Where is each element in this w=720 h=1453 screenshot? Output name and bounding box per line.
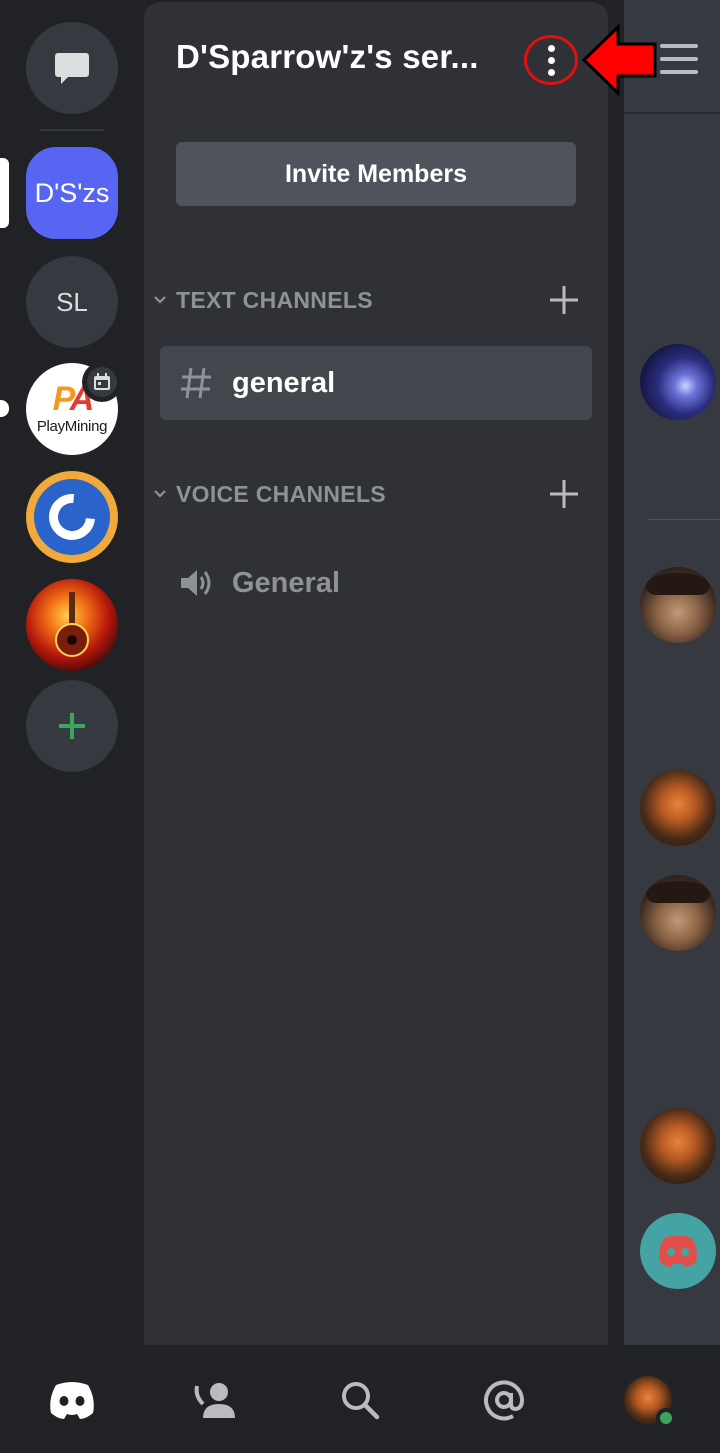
add-channel-icon[interactable] <box>546 282 582 318</box>
annotation-arrow-icon <box>582 24 657 96</box>
tab-home[interactable] <box>44 1375 100 1425</box>
server-title[interactable]: D'Sparrow'z's ser... <box>176 38 479 76</box>
channel-general[interactable]: general <box>160 346 592 420</box>
server-initials: D'S'zs <box>34 177 110 208</box>
chat-bubble-icon <box>55 53 89 84</box>
channel-name: general <box>232 366 336 399</box>
plus-icon <box>59 713 85 739</box>
category-label: VOICE CHANNELS <box>176 480 386 507</box>
tab-mentions[interactable] <box>476 1375 532 1425</box>
guitar-icon <box>55 592 89 657</box>
playmining-logo-text: PlayMining <box>36 418 108 435</box>
rail-divider <box>40 129 104 131</box>
server-dszs[interactable]: D'S'zs <box>26 147 118 239</box>
user-avatar[interactable] <box>640 1108 716 1184</box>
add-channel-icon[interactable] <box>546 476 582 512</box>
category-label: TEXT CHANNELS <box>176 286 373 313</box>
dot-icon <box>547 44 555 52</box>
user-avatar[interactable] <box>640 770 716 846</box>
dot-icon <box>547 68 555 76</box>
bottom-navigation <box>0 1345 720 1453</box>
at-mention-icon <box>484 1380 525 1421</box>
server-initials: SL <box>56 286 88 317</box>
server-rail: D'S'zs SL PA PlayMining <box>0 0 144 1345</box>
online-status-indicator <box>656 1408 676 1428</box>
channel-name: General <box>232 566 340 599</box>
chevron-down-icon <box>154 490 166 498</box>
event-badge <box>82 362 122 402</box>
server-sl[interactable]: SL <box>26 256 118 348</box>
speaker-icon <box>181 570 211 596</box>
chevron-down-icon <box>154 296 166 304</box>
server-guitar[interactable] <box>26 579 118 671</box>
user-avatar[interactable] <box>640 875 716 951</box>
user-avatar <box>624 1376 676 1428</box>
friends-icon <box>194 1383 235 1418</box>
search-icon <box>342 1382 380 1420</box>
user-avatar[interactable] <box>640 1213 716 1289</box>
unread-indicator <box>0 400 9 417</box>
add-server-button[interactable] <box>26 680 118 772</box>
server-coin[interactable] <box>26 471 118 563</box>
dot-icon <box>547 56 555 64</box>
user-avatar[interactable] <box>640 567 716 643</box>
discord-logo-icon <box>659 1235 697 1267</box>
tab-profile[interactable] <box>620 1375 676 1428</box>
calendar-icon <box>94 373 110 390</box>
category-text-channels[interactable]: TEXT CHANNELS <box>152 280 592 320</box>
hash-icon <box>181 367 211 399</box>
tab-friends[interactable] <box>188 1375 244 1425</box>
discord-home-icon <box>50 1382 94 1419</box>
message-divider <box>648 519 720 520</box>
selected-server-indicator <box>0 158 9 228</box>
coin-logo <box>34 479 110 555</box>
channel-panel: D'Sparrow'z's ser... Invite Members TEXT… <box>144 2 608 1345</box>
voice-channel-general[interactable]: General <box>160 546 592 620</box>
direct-messages-button[interactable] <box>26 22 118 114</box>
tab-search[interactable] <box>332 1375 388 1425</box>
members-menu-icon[interactable] <box>660 44 698 74</box>
server-options-button[interactable] <box>524 35 578 85</box>
invite-members-button[interactable]: Invite Members <box>176 142 576 206</box>
user-avatar[interactable] <box>640 344 716 420</box>
category-voice-channels[interactable]: VOICE CHANNELS <box>152 474 592 514</box>
